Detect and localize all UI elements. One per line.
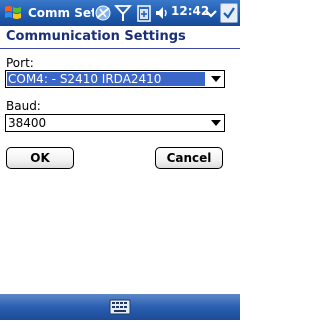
connectivity-icon[interactable] <box>94 3 112 23</box>
baud-value: 38400 <box>8 116 47 130</box>
port-dropdown[interactable]: COM4: - S2410 IRDA2410 <box>5 70 225 88</box>
port-value: COM4: - S2410 IRDA2410 <box>7 72 205 86</box>
baud-dropdown[interactable]: 38400 <box>5 114 225 132</box>
page-title: Communication Settings <box>6 29 186 44</box>
battery-icon[interactable] <box>135 3 153 23</box>
ok-button[interactable]: OK <box>6 147 74 169</box>
dropdown-arrow-icon[interactable] <box>211 119 221 127</box>
signal-antenna-icon[interactable] <box>114 3 132 23</box>
chevron-down-icon[interactable] <box>203 3 221 23</box>
windows-start-icon[interactable] <box>3 3 23 23</box>
cancel-button[interactable]: Cancel <box>155 147 223 169</box>
speaker-icon[interactable] <box>153 3 171 23</box>
baud-label: Baud: <box>6 99 41 113</box>
ok-check-icon[interactable] <box>220 3 238 23</box>
menu-bar <box>0 294 240 320</box>
dropdown-arrow-icon[interactable] <box>211 75 221 83</box>
keyboard-icon[interactable] <box>107 297 133 317</box>
port-label: Port: <box>6 56 34 70</box>
app-title: Comm Settings <box>28 6 94 20</box>
title-divider <box>0 48 240 49</box>
title-bar: Comm Settings 12:42 <box>0 0 240 26</box>
